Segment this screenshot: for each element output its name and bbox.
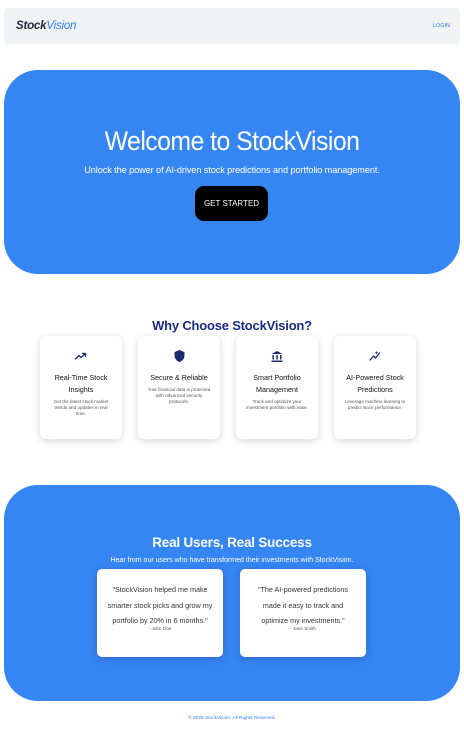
- hero-section: Welcome to StockVision Unlock the power …: [4, 70, 460, 274]
- brand-logo[interactable]: StockVision: [16, 20, 76, 32]
- testimonial-quote: "The AI-powered predictions made it easy…: [257, 585, 349, 625]
- hero-title: Welcome to StockVision: [104, 126, 360, 156]
- feature-card-ai: AI-Powered Stock Predictions Leverage ma…: [334, 336, 416, 439]
- feature-card-portfolio: Smart Portfolio Management Track and opt…: [236, 336, 318, 439]
- feature-description: Track and optimize your investment portf…: [246, 399, 308, 410]
- feature-title: Smart Portfolio Management: [253, 373, 301, 394]
- feature-card-realtime: Real-Time Stock Insights Get the latest …: [40, 336, 122, 439]
- testimonial-quote: "StockVision helped me make smarter stoc…: [107, 585, 213, 625]
- testimonials-section: Real Users, Real Success Hear from our u…: [4, 485, 460, 701]
- insights-icon: [334, 348, 416, 364]
- navbar: StockVision LOGIN: [4, 8, 460, 44]
- feature-card-secure: Secure & Reliable Your financial data is…: [138, 336, 220, 439]
- testimonials-subheading: Hear from our users who have transformed…: [110, 557, 354, 564]
- testimonial-card: "The AI-powered predictions made it easy…: [240, 569, 366, 657]
- feature-title: AI-Powered Stock Predictions: [346, 373, 404, 394]
- brand-name-part1: Stock: [16, 20, 47, 32]
- brand-name-part2: Vision: [46, 20, 77, 32]
- footer-copyright: © 2025 StockVision. All Rights Reserved.: [188, 716, 276, 721]
- feature-description: Leverage machine learning to predict sto…: [344, 399, 406, 410]
- feature-description: Your financial data is protected with ad…: [147, 387, 211, 404]
- features-heading: Why Choose StockVision?: [152, 318, 312, 333]
- testimonials-heading: Real Users, Real Success: [152, 535, 312, 550]
- testimonial-card: "StockVision helped me make smarter stoc…: [97, 569, 223, 657]
- feature-title: Real-Time Stock Insights: [54, 373, 108, 394]
- login-link[interactable]: LOGIN: [433, 23, 450, 29]
- hero-subtitle: Unlock the power of AI-driven stock pred…: [84, 165, 380, 175]
- bank-icon: [236, 348, 318, 364]
- feature-title: Secure & Reliable: [150, 373, 208, 382]
- feature-description: Get the latest stock market trends and u…: [53, 399, 109, 416]
- trending-up-icon: [40, 348, 122, 364]
- shield-icon: [138, 348, 220, 364]
- get-started-button[interactable]: GET STARTED: [195, 186, 268, 221]
